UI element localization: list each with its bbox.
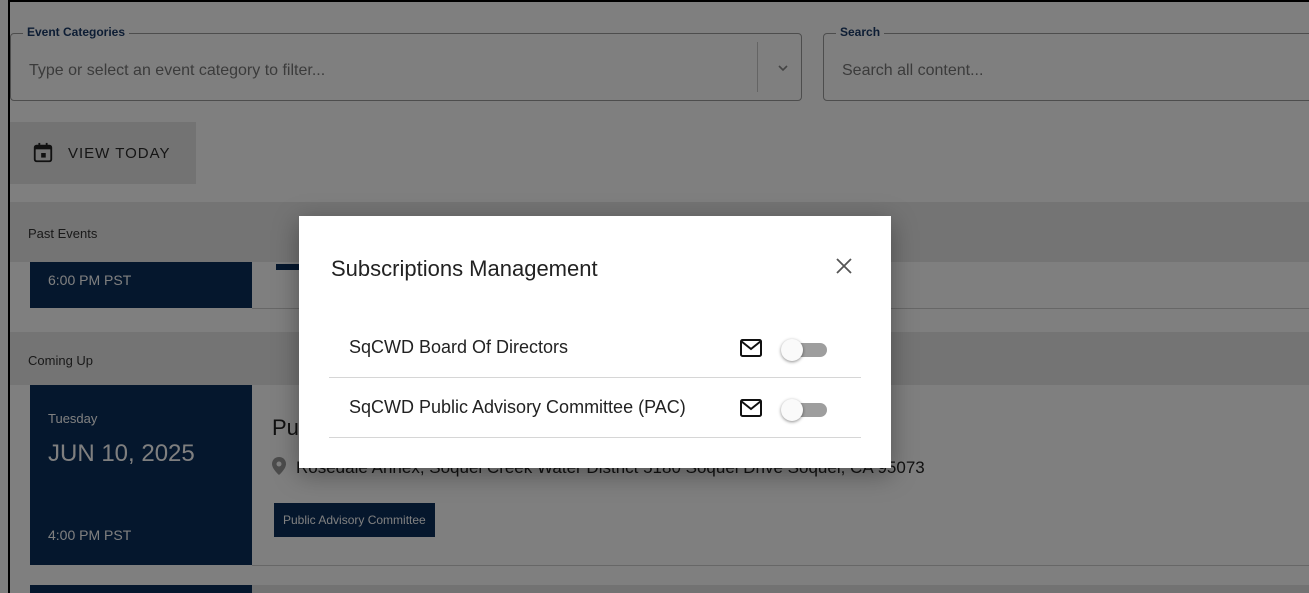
close-icon[interactable] — [832, 254, 856, 278]
subscriptions-modal: Subscriptions Management SqCWD Board Of … — [299, 216, 891, 468]
modal-title: Subscriptions Management — [331, 256, 598, 281]
subscription-label: SqCWD Board Of Directors — [349, 337, 569, 357]
subscription-toggle[interactable] — [781, 337, 827, 361]
subscription-toggle[interactable] — [781, 397, 827, 421]
mail-icon — [740, 339, 762, 357]
subscription-row: SqCWD Public Advisory Committee (PAC) — [329, 377, 861, 438]
subscription-label: SqCWD Public Advisory Committee (PAC) — [349, 397, 686, 417]
toggle-thumb — [781, 339, 803, 361]
toggle-thumb — [781, 399, 803, 421]
mail-icon — [740, 399, 762, 417]
subscription-row: SqCWD Board Of Directors — [329, 317, 861, 378]
